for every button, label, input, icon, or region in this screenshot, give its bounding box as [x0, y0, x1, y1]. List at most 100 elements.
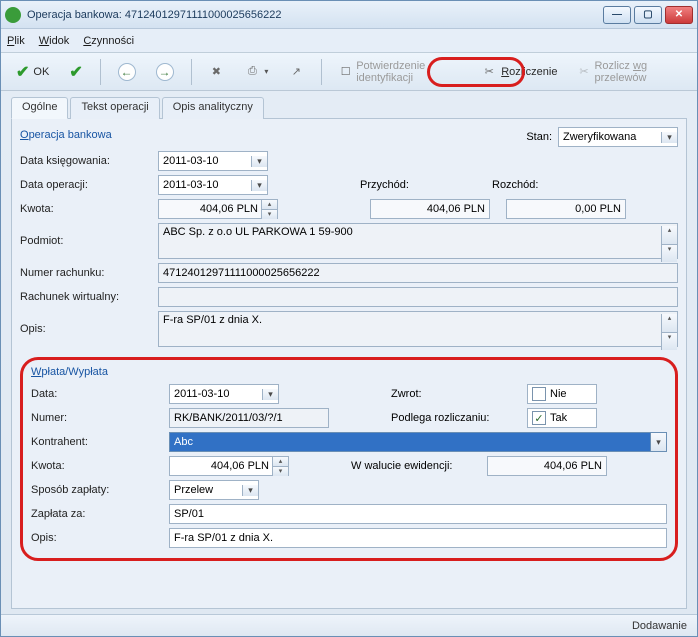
podmiot-field[interactable]: ABC Sp. z o.o UL PARKOWA 1 59-900 ▴▾ [158, 223, 678, 259]
window-title: Operacja bankowa: 4712401297111100002565… [27, 9, 600, 21]
numer-label: Numer: [31, 412, 163, 424]
data-ksieg-input[interactable]: 2011-03-10 ▾ [158, 151, 268, 171]
close-button[interactable]: ✕ [665, 6, 693, 24]
section2-title: Wpłata/Wypłata [31, 366, 667, 378]
arrow-left-icon: ← [118, 63, 136, 81]
settlement-label: Rozliczenie [501, 66, 557, 78]
przychod-label: Przychód: [360, 179, 450, 191]
waluta-field: 404,06 PLN [487, 456, 607, 476]
opis2-label: Opis: [31, 532, 163, 544]
opis-value: F-ra SP/01 z dnia X. [163, 314, 661, 326]
rach-wirt-label: Rachunek wirtualny: [20, 291, 152, 303]
data-oper-input[interactable]: 2011-03-10 ▾ [158, 175, 268, 195]
tab-analytic[interactable]: Opis analityczny [162, 97, 264, 119]
tools-crossed-icon: ✂ [481, 64, 497, 80]
zaplata-label: Zapłata za: [31, 508, 163, 520]
tab-general[interactable]: Ogólne [11, 97, 68, 119]
spinner[interactable]: ▴▾ [261, 200, 277, 219]
double-check-icon: ✔ [69, 62, 82, 82]
settlement-button[interactable]: ✂ Rozliczenie [474, 59, 564, 85]
stan-value: Zweryfikowana [563, 131, 661, 143]
podmiot-value: ABC Sp. z o.o UL PARKOWA 1 59-900 [163, 226, 661, 238]
data-oper-value: 2011-03-10 [163, 179, 251, 191]
kontrahent-select[interactable]: Abc ▾ [169, 432, 667, 452]
kwota-field[interactable]: 404,06 PLN ▴▾ [158, 199, 278, 219]
tabstrip: Ogólne Tekst operacji Opis analityczny [11, 97, 687, 119]
ok-button[interactable]: ✔ OK [9, 59, 56, 85]
numer-rach-label: Numer rachunku: [20, 267, 152, 279]
zwrot-checkbox[interactable]: Nie [527, 384, 597, 404]
settle-transfers-button[interactable]: ✂ Rozlicz wg przelewów [570, 59, 689, 85]
kwota-label: Kwota: [20, 203, 152, 215]
settle-transfers-label: Rozlicz wg przelewów [594, 60, 681, 84]
chevron-down-icon: ▾ [262, 389, 278, 400]
menu-actions[interactable]: Czynności [83, 35, 134, 47]
data-value: 2011-03-10 [174, 388, 262, 400]
przychod-value: 404,06 PLN [427, 203, 485, 215]
opis-field[interactable]: F-ra SP/01 z dnia X. ▴▾ [158, 311, 678, 347]
statusbar: Dodawanie [1, 614, 697, 636]
opis-label: Opis: [20, 323, 152, 335]
stan-select[interactable]: Zweryfikowana ▾ [558, 127, 678, 147]
confirm-id-label: Potwierdzenie identyfikacji [356, 60, 461, 84]
zaplata-field[interactable]: SP/01 [169, 504, 667, 524]
back-button[interactable]: ← [111, 59, 143, 85]
maximize-button[interactable]: ▢ [634, 6, 662, 24]
ok-all-button[interactable]: ✔ [62, 59, 89, 85]
confirm-id-button[interactable]: ☐ Potwierdzenie identyfikacji [332, 59, 468, 85]
rozchod-field: 0,00 PLN [506, 199, 626, 219]
chevron-down-icon: ▾ [650, 433, 666, 451]
tab-op-text[interactable]: Tekst operacji [70, 97, 159, 119]
export-button[interactable]: ↗ [281, 59, 311, 85]
tools-crossed-icon: ✂ [577, 64, 590, 80]
menu-view[interactable]: Widok [39, 35, 70, 47]
zwrot-label: Zwrot: [391, 388, 521, 400]
spinner[interactable]: ▴▾ [272, 457, 288, 476]
app-icon [5, 7, 21, 23]
opis2-field[interactable]: F-ra SP/01 z dnia X. [169, 528, 667, 548]
menu-file[interactable]: Plik [7, 35, 25, 47]
print-button[interactable]: ⎙▾ [237, 59, 275, 85]
kwota2-value: 404,06 PLN [174, 460, 272, 472]
data-label: Data: [31, 388, 163, 400]
minimize-button[interactable]: — [603, 6, 631, 24]
data-oper-label: Data operacji: [20, 179, 152, 191]
scrollbar[interactable]: ▴▾ [661, 314, 677, 350]
rozchod-value: 0,00 PLN [575, 203, 621, 215]
export-icon: ↗ [288, 64, 304, 80]
data-ksieg-value: 2011-03-10 [163, 155, 251, 167]
data-ksieg-label: Data księgowania: [20, 155, 152, 167]
podlega-checkbox[interactable]: ✓ Tak [527, 408, 597, 428]
section1-title: Operacja bankowa [20, 129, 112, 141]
scrollbar[interactable]: ▴▾ [661, 226, 677, 262]
numer-field[interactable]: RK/BANK/2011/03/?/1 [169, 408, 329, 428]
kwota-value: 404,06 PLN [163, 203, 261, 215]
waluta-value: 404,06 PLN [544, 460, 602, 472]
titlebar: Operacja bankowa: 4712401297111100002565… [1, 1, 697, 29]
kwota2-field[interactable]: 404,06 PLN ▴▾ [169, 456, 289, 476]
forward-button[interactable]: → [149, 59, 181, 85]
rozchod-label: Rozchód: [492, 179, 582, 191]
kontrahent-value: Abc [170, 433, 650, 451]
chevron-down-icon: ▾ [251, 180, 267, 191]
numer-rach-field[interactable]: 47124012971111000025656222 [158, 263, 678, 283]
sposob-value: Przelew [174, 484, 242, 496]
rach-wirt-field[interactable] [158, 287, 678, 307]
wrench-icon: ✖ [208, 64, 224, 80]
stan-label: Stan: [526, 131, 552, 143]
opis2-value: F-ra SP/01 z dnia X. [174, 532, 273, 544]
numer-value: RK/BANK/2011/03/?/1 [174, 412, 283, 424]
zwrot-value: Nie [550, 388, 567, 400]
checkbox-icon: ☐ [339, 64, 352, 80]
chevron-down-icon: ▾ [242, 485, 258, 496]
tab-page: Operacja bankowa Stan: Zweryfikowana ▾ D… [11, 118, 687, 609]
toolbar: ✔ OK ✔ ← → ✖ ⎙▾ ↗ ☐ Potwierdzenie identy… [1, 53, 697, 91]
podlega-value: Tak [550, 412, 567, 424]
data-input[interactable]: 2011-03-10 ▾ [169, 384, 279, 404]
tools-button[interactable]: ✖ [201, 59, 231, 85]
numer-rach-value: 47124012971111000025656222 [163, 267, 320, 279]
chevron-down-icon: ▾ [661, 132, 677, 143]
podlega-label: Podlega rozliczaniu: [391, 412, 521, 424]
sposob-select[interactable]: Przelew ▾ [169, 480, 259, 500]
podmiot-label: Podmiot: [20, 235, 152, 247]
